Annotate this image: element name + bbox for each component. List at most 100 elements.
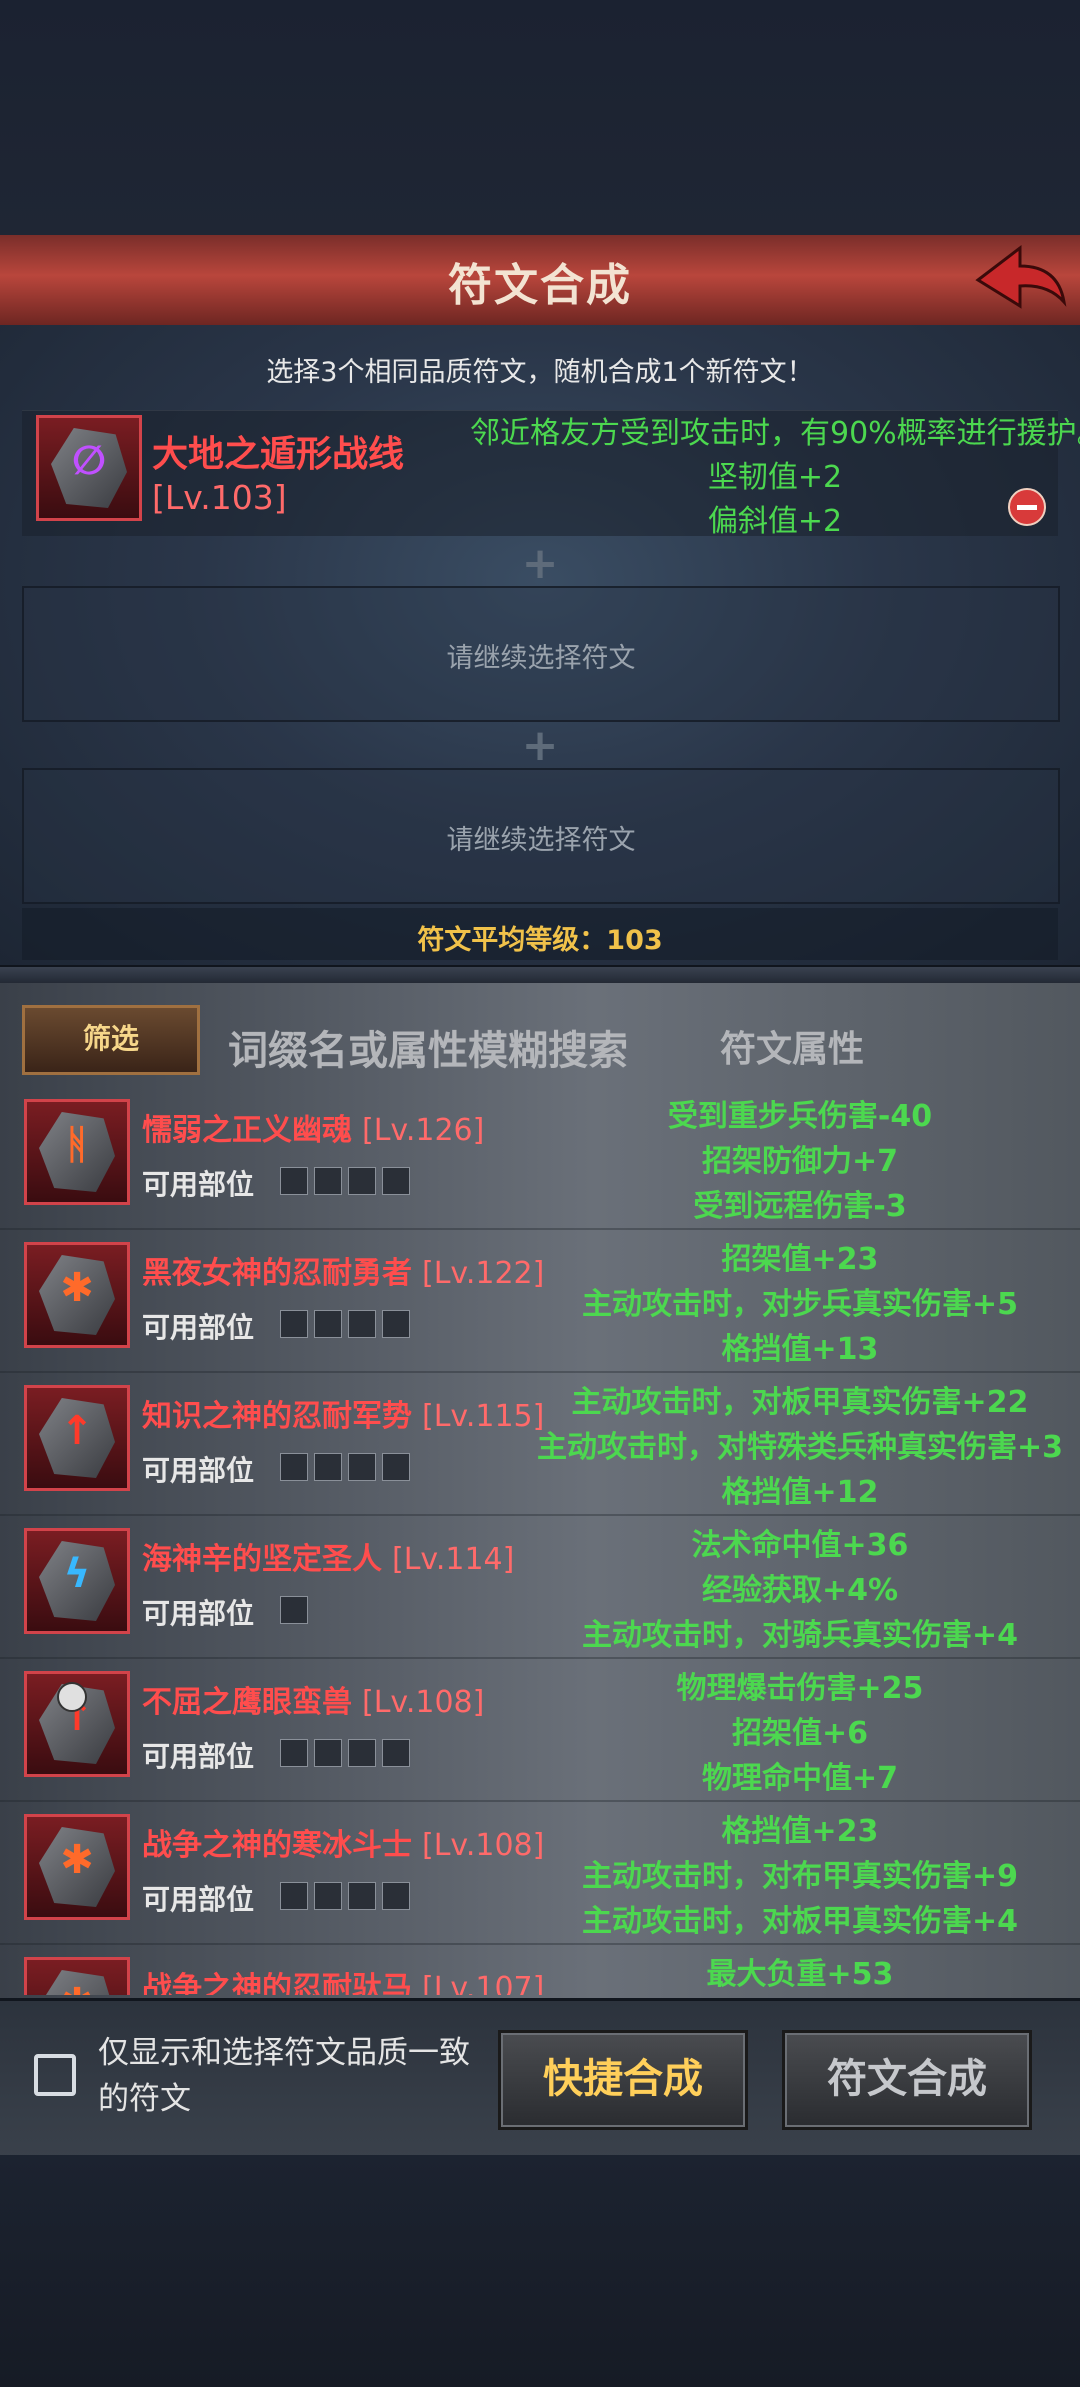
rune-glyph: ϟ: [63, 1551, 91, 1597]
rune-icon: ᚻ: [24, 1099, 130, 1205]
search-input[interactable]: 词缀名或属性模糊搜索: [228, 1018, 628, 1076]
equipment-slot-icon: [314, 1739, 342, 1767]
equipment-slot-icon: [280, 1739, 308, 1767]
available-parts-label: 可用部位: [142, 1168, 255, 1201]
filter-button[interactable]: 筛选: [22, 1005, 200, 1075]
rune-glyph: ᚻ: [65, 1122, 89, 1168]
selected-rune-level: [Lv.103]: [152, 478, 287, 517]
equipment-slot-icon: [280, 1882, 308, 1910]
lock-icon: [57, 1682, 87, 1712]
synthesize-button[interactable]: 符文合成: [782, 2030, 1032, 2130]
rune-attribute: 物理爆击伤害+25: [676, 1671, 924, 1706]
equipment-slot-icon: [314, 1167, 342, 1195]
equipment-slot-icon: [280, 1167, 308, 1195]
rune-attribute: 受到重步兵伤害-40: [667, 1099, 933, 1134]
back-arrow-icon[interactable]: [970, 240, 1070, 320]
rune-attribute: 受到远程伤害-3: [693, 1189, 907, 1224]
equipment-slot-icon: [348, 1167, 376, 1195]
rune-name-text: 不屈之鹰眼蛮兽: [142, 1685, 352, 1720]
rune-name: 黑夜女神的忍耐勇者 [Lv.122]: [142, 1248, 544, 1292]
available-parts-label: 可用部位: [142, 1883, 255, 1916]
rune-attribute: 主动攻击时，对板甲真实伤害+4: [581, 1904, 1018, 1939]
rune-row[interactable]: ↑ 知识之神的忍耐军势 [Lv.115] 可用部位 主动攻击时，对板甲真实伤害+22 主动…: [0, 1371, 1080, 1516]
equipment-slot-icon: [382, 1167, 410, 1195]
quality-filter-checkbox[interactable]: [34, 2054, 76, 2096]
top-backdrop: [0, 0, 1080, 235]
equipment-slot-icon: [348, 1882, 376, 1910]
rune-icon: ✱: [24, 1957, 130, 1995]
rune-attribute: 主动攻击时，对骑兵真实伤害+4: [581, 1618, 1018, 1653]
equipment-slot-icon: [348, 1739, 376, 1767]
empty-slot-3[interactable]: 请继续选择符文: [22, 768, 1060, 904]
quality-filter-label: 仅显示和选择符文品质一致的符文: [98, 2035, 470, 2117]
rune-attribute: 主动攻击时，对特殊类兵种真实伤害+3: [536, 1430, 1063, 1465]
rune-name: 海神辛的坚定圣人 [Lv.114]: [142, 1534, 514, 1578]
rune-name: 战争之神的寒冰斗士 [Lv.108]: [142, 1820, 544, 1864]
rune-row[interactable]: ᚻ 懦弱之正义幽魂 [Lv.126] 可用部位 受到重步兵伤害-40 招架防御力+7 受到远…: [0, 1085, 1080, 1230]
rune-name-text: 懦弱之正义幽魂: [142, 1113, 352, 1148]
rune-name-text: 战争之神的寒冰斗士: [142, 1828, 412, 1863]
equipment-slot-icon: [280, 1453, 308, 1481]
rune-name-text: 战争之神的忍耐驮马: [142, 1971, 412, 1995]
rune-attribute: 招架防御力+7: [701, 1144, 898, 1179]
equipment-slot-icon: [382, 1882, 410, 1910]
rune-row[interactable]: ϟ 海神辛的坚定圣人 [Lv.114] 可用部位 法术命中值+36 经验获取+4% 主动攻击…: [0, 1514, 1080, 1659]
rune-row[interactable]: ✱ 战争之神的忍耐驮马[Lv.107] 最大负重+53: [0, 1943, 1080, 1995]
rune-glyph: ↑: [60, 1408, 94, 1454]
rune-attribute: 主动攻击时，对板甲真实伤害+22: [571, 1385, 1029, 1420]
rune-attribute: 格挡值+12: [721, 1475, 879, 1510]
equipment-slot-icon: [314, 1882, 342, 1910]
rune-name-text: 海神辛的坚定圣人: [142, 1542, 382, 1577]
equipment-slot-icon: [348, 1310, 376, 1338]
rune-level: [Lv.114]: [392, 1542, 515, 1577]
available-parts-label: 可用部位: [142, 1740, 255, 1773]
rune-row[interactable]: ↑ 不屈之鹰眼蛮兽 [Lv.108] 可用部位 物理爆击伤害+25 招架值+6 物理命中值+…: [0, 1657, 1080, 1802]
rune-name: 不屈之鹰眼蛮兽 [Lv.108]: [142, 1677, 484, 1721]
rune-name-text: 知识之神的忍耐军势: [142, 1399, 412, 1434]
quick-synthesize-button[interactable]: 快捷合成: [498, 2030, 748, 2130]
rune-name: 战争之神的忍耐驮马 [Lv.107]: [142, 1963, 544, 1995]
remove-rune-button[interactable]: [1008, 488, 1046, 526]
empty-slot-2[interactable]: 请继续选择符文: [22, 586, 1060, 722]
instruction-text: 选择3个相同品质符文，随机合成1个新符文！: [266, 357, 814, 388]
average-level: 符文平均等级：103: [417, 925, 663, 956]
available-parts-label: 可用部位: [142, 1311, 255, 1344]
rune-attribute: 最大负重+53: [706, 1957, 894, 1992]
available-parts-label: 可用部位: [142, 1597, 255, 1630]
rune-icon: ✱: [24, 1814, 130, 1920]
rune-level: [Lv.108]: [362, 1685, 485, 1720]
plus-icon: +: [521, 538, 559, 589]
equipment-slot-icon: [280, 1310, 308, 1338]
rune-name: 懦弱之正义幽魂 [Lv.126]: [142, 1105, 484, 1149]
rune-attribute: 格挡值+13: [721, 1332, 879, 1367]
rune-list: ᚻ 懦弱之正义幽魂 [Lv.126] 可用部位 受到重步兵伤害-40 招架防御力+7 受到远…: [0, 1085, 1080, 1995]
available-parts-label: 可用部位: [142, 1454, 255, 1487]
equipment-slot-icon: [314, 1453, 342, 1481]
rune-attribute: 主动攻击时，对布甲真实伤害+9: [581, 1859, 1018, 1894]
rune-attribute: 经验获取+4%: [701, 1573, 899, 1608]
rune-icon: ϟ: [24, 1528, 130, 1634]
rune-glyph: ✱: [27, 1980, 127, 1995]
attribute-header: 符文属性: [720, 1029, 865, 1070]
equipment-slot-icon: [348, 1453, 376, 1481]
selected-attr-2: 坚韧值+2: [707, 460, 843, 495]
equipment-slot-icon: [382, 1453, 410, 1481]
rune-glyph: ✱: [60, 1837, 94, 1883]
rune-attribute: 招架值+6: [731, 1716, 868, 1751]
bottom-backdrop: [0, 2155, 1080, 2387]
selected-rune-name: 大地之遁形战线: [152, 434, 405, 475]
rune-icon: ✱: [24, 1242, 130, 1348]
rune-attribute: 主动攻击时，对步兵真实伤害+5: [581, 1287, 1018, 1322]
rune-name-text: 黑夜女神的忍耐勇者: [142, 1256, 412, 1291]
selected-attr-3: 偏斜值+2: [707, 504, 843, 539]
rune-row[interactable]: ✱ 黑夜女神的忍耐勇者 [Lv.122] 可用部位 招架值+23 主动攻击时，对步兵真实伤…: [0, 1228, 1080, 1373]
rune-glyph: ✱: [60, 1265, 94, 1311]
rune-attribute: 招架值+23: [721, 1242, 879, 1277]
rune-attribute: 法术命中值+36: [691, 1528, 909, 1563]
plus-icon: +: [521, 720, 559, 771]
equipment-slot-icon: [314, 1310, 342, 1338]
rune-icon: ↑: [24, 1385, 130, 1491]
selected-attr-1: 邻近格友方受到攻击时，有90%概率进行援护。: [470, 416, 1080, 451]
rune-row[interactable]: ✱ 战争之神的寒冰斗士 [Lv.108] 可用部位 格挡值+23 主动攻击时，对布甲真实伤…: [0, 1800, 1080, 1945]
equipment-slot-icon: [382, 1310, 410, 1338]
